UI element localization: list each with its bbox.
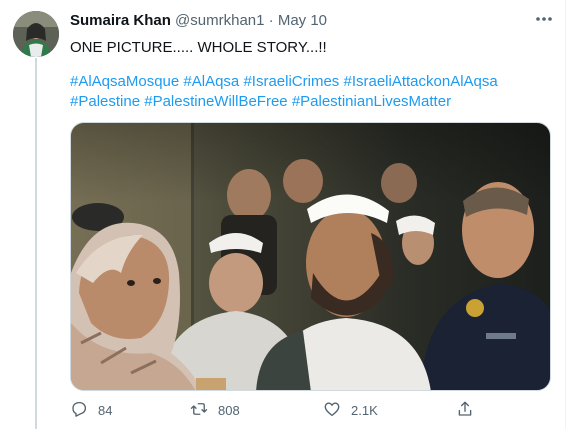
avatar[interactable] [13, 11, 59, 57]
hashtag-link[interactable]: #PalestinianLivesMatter [292, 93, 451, 110]
tweet-photo[interactable] [70, 122, 551, 391]
hashtag-link[interactable]: #AlAqsaMosque [70, 73, 179, 90]
like-button[interactable]: 2.1K [323, 400, 378, 421]
thread-line [35, 58, 37, 429]
hashtag-link[interactable]: #IsraeliCrimes [243, 73, 339, 90]
reply-icon [70, 400, 88, 421]
hashtag-list: #AlAqsaMosque #AlAqsa #IsraeliCrimes #Is… [70, 72, 550, 112]
tweet-header: Sumaira Khan @sumrkhan1 · May 10 [70, 12, 327, 29]
author-name[interactable]: Sumaira Khan [70, 12, 171, 29]
hashtag-link[interactable]: #IsraeliAttackonAlAqsa [343, 73, 497, 90]
heart-icon [323, 400, 341, 421]
retweet-button[interactable]: 808 [190, 400, 240, 421]
tweet-text: ONE PICTURE..... WHOLE STORY...!! [70, 39, 327, 56]
more-icon[interactable] [533, 8, 555, 30]
retweet-icon [190, 400, 208, 421]
hashtag-link[interactable]: #Palestine [70, 93, 140, 110]
tweet-actions: 84 808 2.1K [70, 400, 490, 424]
share-button[interactable] [456, 400, 474, 421]
like-count: 2.1K [351, 403, 378, 418]
separator: · [268, 12, 274, 29]
divider [565, 0, 566, 429]
retweet-count: 808 [218, 403, 240, 418]
reply-count: 84 [98, 403, 113, 418]
author-handle[interactable]: @sumrkhan1 [175, 12, 264, 29]
hashtag-link[interactable]: #AlAqsa [183, 73, 239, 90]
hashtag-link[interactable]: #PalestineWillBeFree [144, 93, 287, 110]
reply-button[interactable]: 84 [70, 400, 112, 421]
tweet-date[interactable]: May 10 [278, 12, 327, 29]
share-icon [456, 400, 474, 421]
